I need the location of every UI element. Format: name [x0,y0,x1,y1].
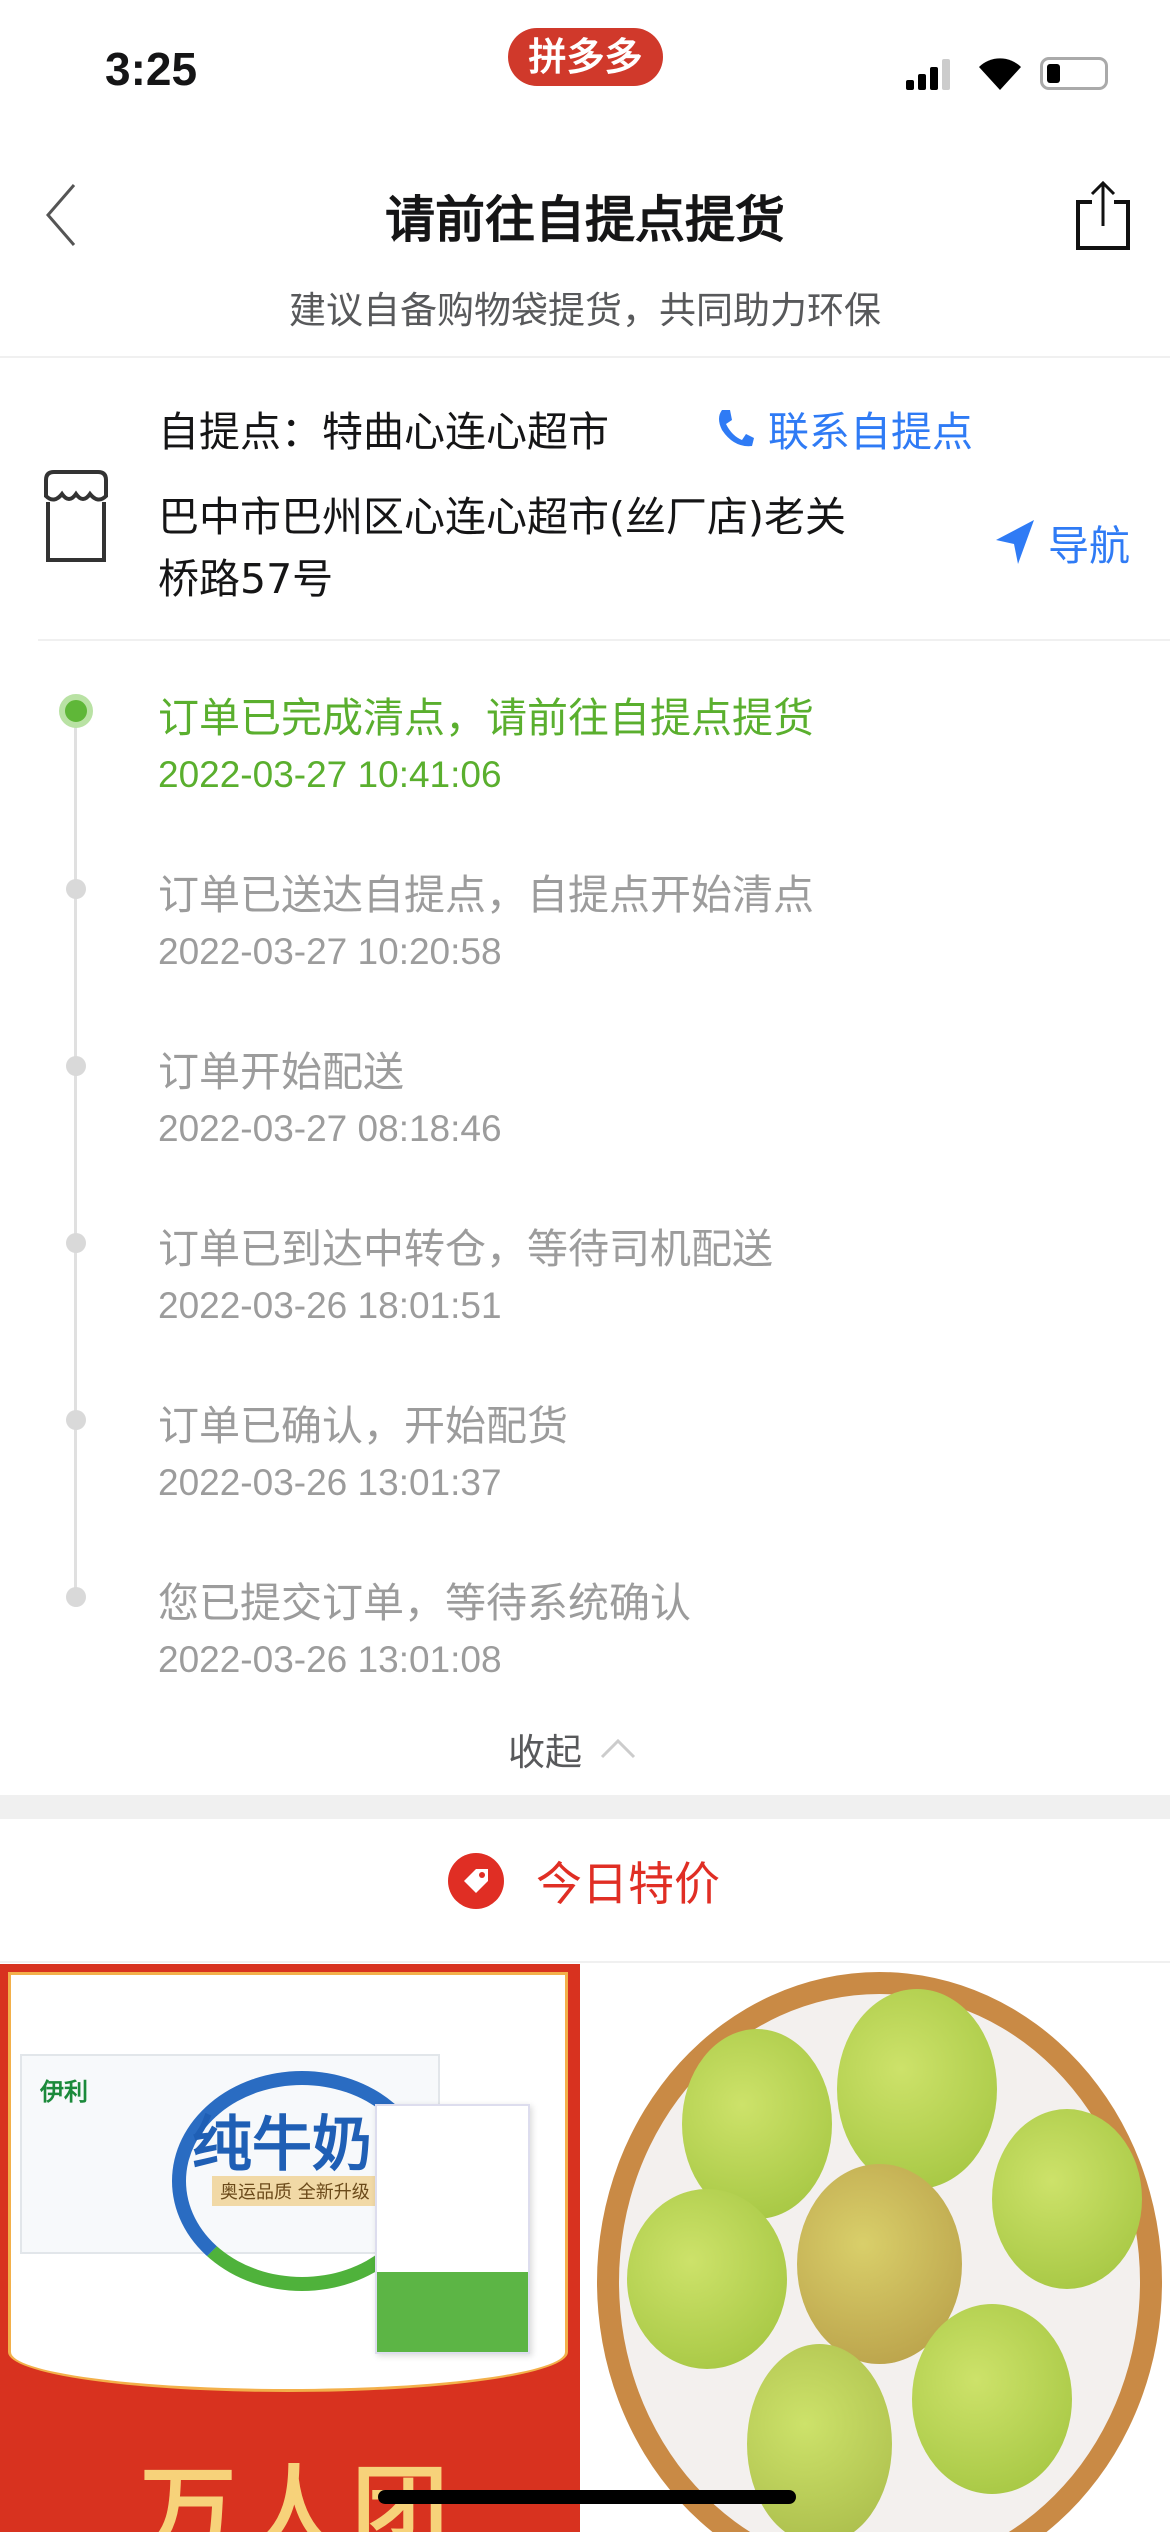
brand-label: 伊利 [40,2078,88,2106]
navigate-button[interactable]: 导航 [994,512,1130,572]
timeline-dot-active [59,694,93,728]
timeline-title: 订单已完成清点，请前往自提点提货 [158,694,814,742]
timeline-line [74,712,77,1602]
timeline-title: 订单已确认，开始配货 [158,1402,568,1450]
timeline-dot [66,1056,86,1076]
timeline-time: 2022-03-27 10:20:58 [158,931,502,972]
status-time: 3:25 [105,43,198,95]
navigate-label: 导航 [1048,522,1130,570]
collapse-label: 收起 [508,1731,582,1774]
divider [0,356,1170,358]
product-card-milk[interactable]: 伊利 纯牛奶 奥运品质 全新升级 万人团 [0,1964,580,2532]
timeline-time: 2022-03-26 13:01:08 [158,1639,502,1680]
chevron-up-icon [600,1738,636,1759]
timeline-dot [66,1410,86,1430]
timeline-dot [66,1233,86,1253]
timeline-time: 2022-03-27 10:41:06 [158,754,502,795]
divider [0,1961,1170,1963]
store-icon [44,470,108,562]
price-tag-icon [448,1853,504,1909]
navigation-arrow-icon [996,520,1034,564]
timeline-time: 2022-03-27 08:18:46 [158,1108,502,1149]
product-name: 纯牛奶 [192,2110,372,2180]
wifi-icon [979,58,1021,90]
timeline-dot [66,879,86,899]
section-separator [0,1795,1170,1819]
battery-icon [1040,57,1108,90]
timeline-title: 您已提交订单，等待系统确认 [158,1579,691,1627]
address-line-1: 巴中市巴州区心连心超市(丝厂店)老关 [158,493,846,541]
timeline-time: 2022-03-26 18:01:51 [158,1285,502,1326]
app-badge[interactable]: 拼多多 [508,28,663,86]
signal-icon [906,58,956,90]
phone-icon [719,410,754,447]
contact-pickup-button[interactable]: 联系自提点 [714,398,973,458]
address-line-2: 桥路57号 [158,555,334,603]
timeline-title: 订单开始配送 [158,1048,404,1096]
timeline-title: 订单已到达中转仓，等待司机配送 [158,1225,773,1273]
timeline-title: 订单已送达自提点，自提点开始清点 [158,871,814,919]
home-indicator[interactable] [378,2490,796,2504]
collapse-button[interactable]: 收起 [508,1722,638,1776]
deals-title: 今日特价 [536,1857,720,1911]
share-icon[interactable] [1072,180,1134,252]
promo-banner: 万人团 [140,2456,458,2532]
product-card-pears[interactable] [592,1964,1170,2532]
divider [38,639,1170,641]
pickup-point-name: 自提点：特曲心连心超市 [158,408,609,456]
timeline-time: 2022-03-26 13:01:37 [158,1462,502,1503]
contact-label: 联系自提点 [768,408,973,456]
timeline-dot [66,1587,86,1607]
page-subtitle: 建议自备购物袋提货，共同助力环保 [289,289,881,332]
page-title: 请前往自提点提货 [385,191,785,249]
deals-header: 今日特价 [446,1848,720,1914]
product-tag: 奥运品质 全新升级 [212,2176,378,2206]
